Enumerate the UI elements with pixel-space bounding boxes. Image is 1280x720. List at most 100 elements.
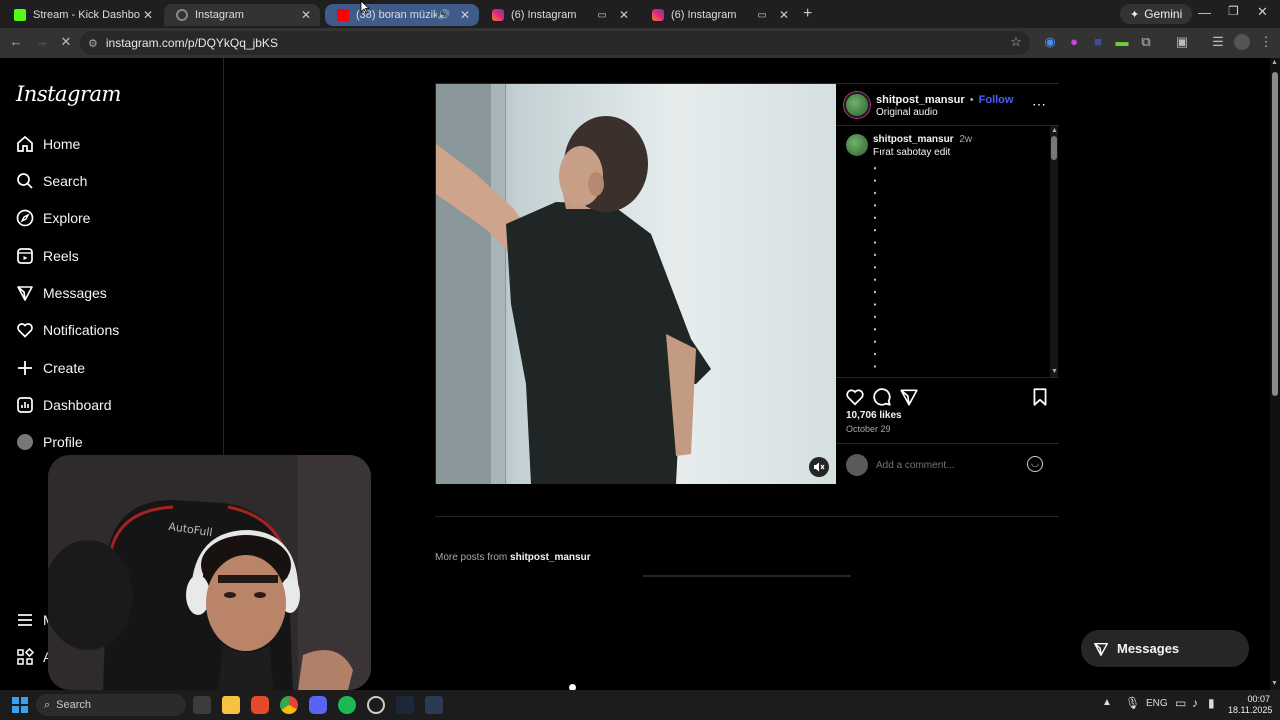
task-view-icon[interactable] bbox=[193, 696, 211, 714]
sidebar-item-label: Reels bbox=[43, 248, 79, 264]
scroll-up-icon[interactable]: ▲ bbox=[1271, 59, 1278, 66]
new-tab-button[interactable]: + bbox=[803, 5, 812, 23]
minimize-button[interactable]: — bbox=[1198, 5, 1211, 20]
chrome-icon[interactable] bbox=[280, 696, 298, 714]
close-icon[interactable]: ✕ bbox=[298, 8, 314, 22]
avatar bbox=[846, 454, 868, 476]
extensions-puzzle-icon[interactable]: ⧉ bbox=[1138, 34, 1154, 50]
close-icon[interactable]: ✕ bbox=[616, 8, 632, 22]
tab-search-icon[interactable]: ☰ bbox=[1210, 34, 1226, 50]
sidebar-item-also-from-meta[interactable]: A bbox=[16, 645, 52, 669]
video-frame bbox=[436, 84, 836, 484]
scroll-up-icon[interactable]: ▲ bbox=[1051, 127, 1058, 134]
sidebar-item-dashboard[interactable]: Dashboard bbox=[16, 393, 112, 417]
restore-button[interactable]: ❐ bbox=[1228, 4, 1239, 18]
extension-icon[interactable]: ◉ bbox=[1042, 34, 1058, 50]
mouse-cursor bbox=[360, 0, 371, 19]
caption-time: 2w bbox=[959, 134, 973, 145]
youtube-icon bbox=[337, 9, 349, 21]
like-heart-icon[interactable] bbox=[845, 387, 865, 407]
app-icon[interactable] bbox=[425, 696, 443, 714]
mute-icon[interactable] bbox=[809, 457, 829, 477]
bookmark-star-icon[interactable]: ☆ bbox=[1008, 34, 1024, 50]
share-send-icon[interactable] bbox=[899, 387, 919, 407]
more-posts-user[interactable]: shitpost_mansur bbox=[510, 552, 591, 563]
back-icon[interactable]: ← bbox=[8, 34, 24, 50]
more-options-icon[interactable]: ⋯ bbox=[1032, 96, 1047, 113]
tab-instagram-3[interactable]: (6) Instagram ▭ ✕ bbox=[640, 4, 798, 26]
microphone-icon[interactable]: 🎙 bbox=[1125, 696, 1140, 710]
scroll-down-icon[interactable]: ▼ bbox=[1051, 368, 1058, 375]
follow-button[interactable]: Follow bbox=[979, 94, 1014, 106]
sidebar-item-home[interactable]: Home bbox=[16, 132, 80, 156]
sidebar-item-label: Dashboard bbox=[43, 397, 112, 413]
instagram-icon bbox=[652, 9, 664, 21]
file-explorer-icon[interactable] bbox=[222, 696, 240, 714]
avatar[interactable] bbox=[846, 134, 868, 156]
page-scrollbar-thumb[interactable] bbox=[1272, 72, 1278, 396]
battery-icon[interactable]: ▮ bbox=[1208, 696, 1215, 710]
caption-username[interactable]: shitpost_mansur bbox=[873, 134, 954, 145]
obs-icon[interactable] bbox=[367, 696, 385, 714]
address-bar[interactable]: ⚙ instagram.com/p/DQYkQq_jbKS bbox=[80, 31, 1030, 55]
messages-button[interactable]: Messages bbox=[1081, 630, 1249, 667]
tab-instagram-active[interactable]: Instagram ✕ bbox=[164, 4, 320, 26]
extension-icon[interactable]: ■ bbox=[1090, 34, 1106, 50]
menu-kebab-icon[interactable]: ⋮ bbox=[1258, 34, 1274, 50]
language-indicator[interactable]: ENG bbox=[1146, 698, 1168, 709]
volume-icon[interactable]: ♪ bbox=[1192, 696, 1198, 710]
sidebar-item-create[interactable]: Create bbox=[16, 356, 85, 380]
sidebar-item-messages[interactable]: Messages bbox=[16, 281, 107, 305]
extension-icon[interactable]: ● bbox=[1066, 34, 1082, 50]
tab-youtube[interactable]: (38) boran müzik 72 lik mega 🔊 ✕ bbox=[325, 4, 479, 26]
profile-avatar-icon[interactable] bbox=[1234, 34, 1250, 50]
sidebar-item-explore[interactable]: Explore bbox=[16, 206, 90, 230]
display-icon[interactable]: ▭ bbox=[1175, 696, 1186, 710]
sidebar-item-notifications[interactable]: Notifications bbox=[16, 318, 119, 342]
url-text[interactable]: instagram.com/p/DQYkQq_jbKS bbox=[106, 36, 278, 50]
tab-instagram-2[interactable]: (6) Instagram ▭ ✕ bbox=[480, 4, 638, 26]
clock-time: 00:07 bbox=[1247, 694, 1270, 704]
comment-input[interactable] bbox=[876, 456, 1021, 474]
hamburger-icon bbox=[16, 611, 34, 629]
tray-chevron-icon[interactable]: ▲ bbox=[1102, 697, 1112, 708]
avatar[interactable] bbox=[844, 92, 870, 118]
comments-area: shitpost_mansur 2w Fırat sabotay edit ▲ … bbox=[836, 126, 1059, 378]
gemini-button[interactable]: ✦ Gemini bbox=[1120, 4, 1193, 24]
close-icon[interactable]: ✕ bbox=[457, 8, 473, 22]
scrollbar-thumb[interactable] bbox=[1051, 136, 1057, 160]
tab-kick-dashboard[interactable]: Stream - Kick Dashboard ✕ bbox=[2, 4, 162, 26]
scrollbar[interactable]: ▲ ▼ bbox=[1050, 126, 1058, 377]
like-count[interactable]: 10,706 likes bbox=[846, 410, 902, 421]
windows-start-icon[interactable] bbox=[12, 697, 28, 713]
close-icon[interactable]: ✕ bbox=[140, 8, 156, 22]
steam-icon[interactable] bbox=[396, 696, 414, 714]
spotify-icon[interactable] bbox=[338, 696, 356, 714]
extension-icon[interactable]: ▬ bbox=[1114, 34, 1130, 50]
sidebar-item-profile[interactable]: Profile bbox=[16, 430, 83, 454]
instagram-logo[interactable]: Instagram bbox=[16, 82, 121, 106]
address-toolbar: ← → ✕ ⚙ instagram.com/p/DQYkQq_jbKS ☆ ◉ … bbox=[0, 28, 1280, 58]
cast-icon[interactable]: ▣ bbox=[1174, 34, 1190, 50]
post-video[interactable] bbox=[436, 84, 836, 484]
heart-icon bbox=[16, 321, 34, 339]
stop-icon[interactable]: ✕ bbox=[58, 34, 74, 50]
sidebar-item-reels[interactable]: Reels bbox=[16, 244, 79, 268]
close-icon[interactable]: ✕ bbox=[776, 8, 792, 22]
taskbar-clock[interactable]: 00:07 18.11.2025 bbox=[1228, 694, 1272, 716]
page-scrollbar[interactable]: ▲ ▼ bbox=[1270, 58, 1280, 690]
forward-icon[interactable]: → bbox=[34, 34, 50, 50]
taskbar-search[interactable]: ⌕ Search bbox=[36, 694, 186, 716]
emoji-icon[interactable]: ◡ bbox=[1027, 456, 1043, 472]
site-info-icon[interactable]: ⚙ bbox=[88, 37, 98, 50]
audio-link[interactable]: Original audio bbox=[876, 107, 938, 118]
comment-bubble-icon[interactable] bbox=[872, 387, 892, 407]
audio-icon[interactable]: 🔊 bbox=[437, 10, 451, 21]
brave-icon[interactable] bbox=[251, 696, 269, 714]
discord-icon[interactable] bbox=[309, 696, 327, 714]
bookmark-icon[interactable] bbox=[1031, 387, 1049, 407]
sidebar-item-search[interactable]: Search bbox=[16, 169, 87, 193]
close-window-button[interactable]: ✕ bbox=[1257, 4, 1268, 20]
scroll-down-icon[interactable]: ▼ bbox=[1271, 680, 1278, 687]
post-username[interactable]: shitpost_mansur bbox=[876, 94, 965, 106]
